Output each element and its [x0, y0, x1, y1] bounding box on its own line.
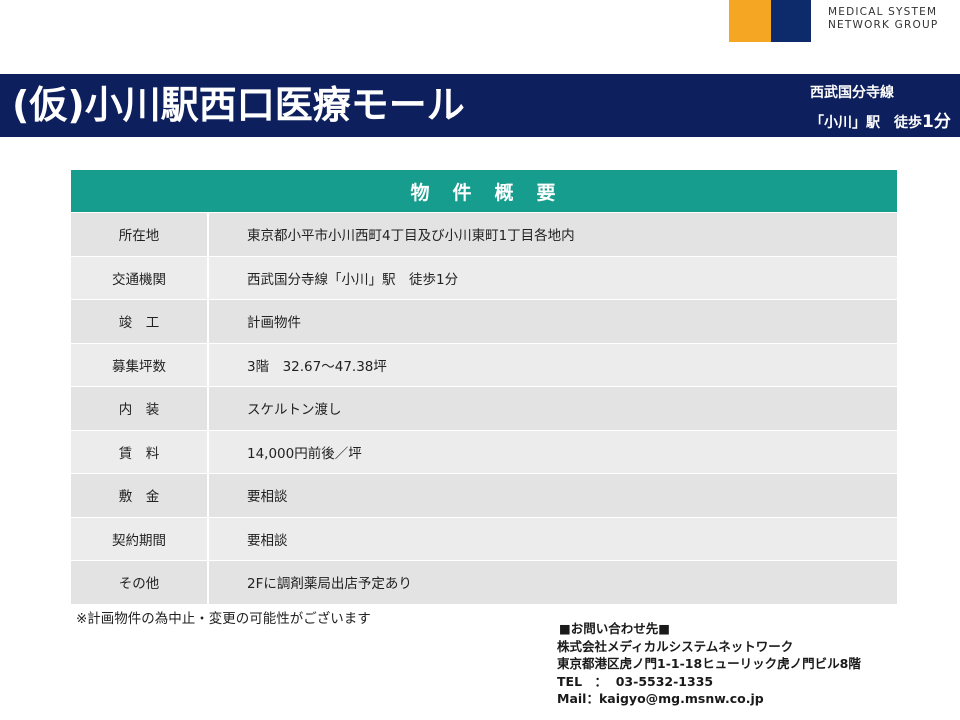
disclaimer-note: ※計画物件の為中止・変更の可能性がございます [76, 611, 371, 627]
contact-company: 株式会社メディカルシステムネットワーク [557, 638, 794, 654]
railway-line: 西武国分寺線 [810, 85, 894, 101]
row-value: スケルトン渡し [209, 387, 897, 430]
row-value: 計画物件 [209, 300, 897, 343]
station-walk-text: 「小川」駅 徒歩 [810, 115, 922, 131]
table-row: その他 2Fに調剤薬局出店予定あり [71, 560, 897, 604]
logo-line-1: MEDICAL SYSTEM [828, 6, 938, 18]
station-access: 「小川」駅 徒歩1分 [810, 107, 951, 132]
row-value: 要相談 [209, 517, 897, 560]
row-label: 内 装 [71, 387, 209, 430]
table-row: 敷 金 要相談 [71, 473, 897, 517]
row-value: 要相談 [209, 474, 897, 517]
row-value: 14,000円前後／坪 [209, 430, 897, 473]
table-row: 所在地 東京都小平市小川西町4丁目及び小川東町1丁目各地内 [71, 212, 897, 256]
row-label: 募集坪数 [71, 343, 209, 386]
row-label: 交通機関 [71, 256, 209, 299]
table-row: 契約期間 要相談 [71, 516, 897, 560]
page-title: (仮)小川駅西口医療モール [12, 83, 465, 127]
table-row: 内 装 スケルトン渡し [71, 386, 897, 430]
property-summary-table: 物 件 概 要 所在地 東京都小平市小川西町4丁目及び小川東町1丁目各地内 交通… [71, 170, 897, 604]
row-label: 所在地 [71, 213, 209, 256]
table-row: 賃 料 14,000円前後／坪 [71, 429, 897, 473]
walk-minutes: 1分 [922, 112, 951, 132]
logo-text: MEDICAL SYSTEM NETWORK GROUP [828, 6, 938, 32]
row-label: 敷 金 [71, 474, 209, 517]
contact-address: 東京都港区虎ノ門1-1-18ヒューリック虎ノ門ビル8階 [557, 656, 861, 671]
table-row: 竣 工 計画物件 [71, 299, 897, 343]
table-body: 所在地 東京都小平市小川西町4丁目及び小川東町1丁目各地内 交通機関 西武国分寺… [71, 212, 897, 604]
contact-info: ■お問い合わせ先■ 株式会社メディカルシステムネットワーク 東京都港区虎ノ門1-… [557, 620, 861, 708]
row-value: 2Fに調剤薬局出店予定あり [209, 561, 897, 604]
logo-orange-square [729, 0, 771, 42]
row-label: 契約期間 [71, 517, 209, 560]
row-value: 西武国分寺線「小川」駅 徒歩1分 [209, 256, 897, 299]
row-label: その他 [71, 561, 209, 604]
row-label: 賃 料 [71, 430, 209, 473]
table-heading: 物 件 概 要 [71, 170, 897, 212]
title-banner: (仮)小川駅西口医療モール 西武国分寺線 「小川」駅 徒歩1分 [0, 74, 960, 137]
row-value: 東京都小平市小川西町4丁目及び小川東町1丁目各地内 [209, 213, 897, 256]
contact-tel: TEL ： 03-5532-1335 [557, 673, 714, 689]
table-row: 交通機関 西武国分寺線「小川」駅 徒歩1分 [71, 255, 897, 299]
contact-heading: ■お問い合わせ先■ [559, 621, 671, 636]
logo-navy-square [771, 0, 811, 42]
contact-mail: Mail：kaigyo@mg.msnw.co.jp [557, 691, 764, 706]
row-label: 竣 工 [71, 300, 209, 343]
company-logo: MEDICAL SYSTEM NETWORK GROUP [729, 0, 949, 42]
table-row: 募集坪数 3階 32.67～47.38坪 [71, 342, 897, 386]
logo-line-2: NETWORK GROUP [828, 19, 939, 31]
row-value: 3階 32.67～47.38坪 [209, 343, 897, 386]
